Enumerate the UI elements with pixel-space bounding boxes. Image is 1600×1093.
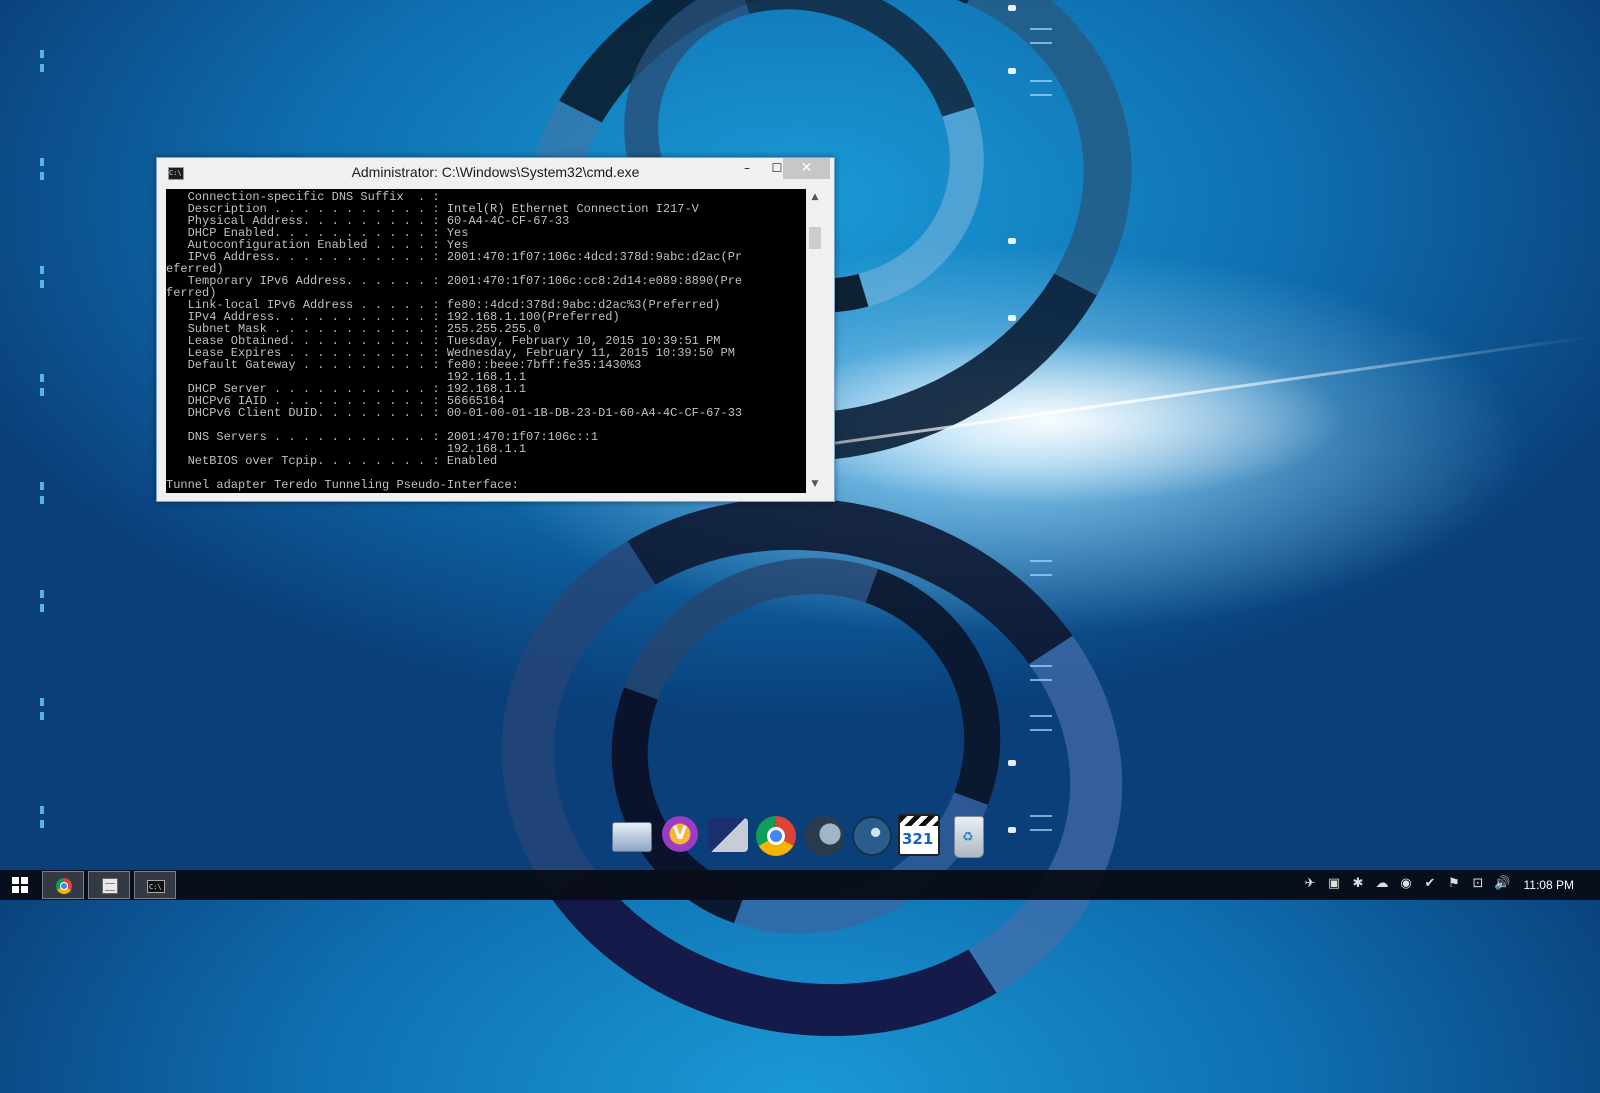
cloud-icon[interactable]: ☁ [1374,876,1390,892]
wallpaper-grid-mark [1030,665,1052,681]
taskbar-button-cmd[interactable]: C:\ [134,871,176,899]
chrome-icon [756,816,796,856]
taskbar: C:\ ✈ ▣ ✱ ☁ ◉ ✔ ⚑ ⊡ 🔊 11:08 PM [0,870,1600,900]
plane-icon[interactable]: ✈ [1302,876,1318,892]
dock-item-chrome[interactable] [752,810,796,858]
steam-icon [852,816,892,856]
folder-icon [612,822,652,852]
wallpaper-dash [40,806,44,832]
clapperboard-label: 321 [902,830,934,848]
wallpaper-dash [40,374,44,400]
v-badge-icon: V [662,816,698,852]
dock-item-moon-app[interactable] [800,810,844,858]
wallpaper-mark [1008,760,1016,766]
wallpaper-mark [1008,238,1016,244]
monitor-icon[interactable]: ▣ [1326,876,1342,892]
wallpaper-dash [40,50,44,76]
console-line: NetBIOS over Tcpip. . . . . . . . : Enab… [166,454,498,468]
wallpaper-mark [1008,68,1016,74]
taskbar-button-chrome[interactable] [42,871,84,899]
cmd-icon: C:\ [147,880,165,893]
system-tray: ✈ ▣ ✱ ☁ ◉ ✔ ⚑ ⊡ 🔊 [1302,876,1511,892]
console-text: Connection-specific DNS Suffix . : Descr… [166,189,806,491]
moon-icon [804,816,844,856]
console-line: Temporary IPv6 Address. . . . . . : 2001… [166,274,743,288]
wallpaper-grid-mark [1030,28,1052,44]
clapperboard-icon: 321 [898,814,940,856]
minimize-button[interactable]: – [733,158,761,179]
scroll-up-button[interactable]: ▲ [806,189,824,206]
document-icon [102,878,118,894]
volume-icon[interactable]: 🔊 [1494,876,1510,892]
chrome-icon [56,878,72,894]
cmd-window[interactable]: C:\ Administrator: C:\Windows\System32\c… [156,157,835,502]
taskbar-clock[interactable]: 11:08 PM [1524,878,1574,892]
wallpaper-grid-mark [1030,715,1052,731]
dock-item-tool-app[interactable] [704,810,748,858]
dock-item-v-app[interactable]: V [656,810,700,858]
dock-item-media-player[interactable]: 321 [896,810,940,858]
scroll-down-button[interactable]: ▼ [806,476,824,493]
close-button[interactable]: ✕ [783,158,830,179]
dock-item-steam[interactable] [848,810,892,858]
wallpaper-grid-mark [1030,815,1052,831]
wallpaper-mark [1008,5,1016,11]
wallpaper-dash [40,698,44,724]
recycle-symbol: ♻ [962,830,974,845]
scroll-thumb[interactable] [809,227,821,249]
taskbar-button-document[interactable] [88,871,130,899]
console-line: Tunnel adapter Teredo Tunneling Pseudo-I… [166,478,519,492]
title-bar[interactable]: C:\ Administrator: C:\Windows\System32\c… [157,158,834,189]
dock: V 321 ♻ [608,810,988,862]
tool-icon [708,818,748,852]
action-center-flag-icon[interactable]: ⚑ [1446,876,1462,892]
wallpaper-grid-mark [1030,80,1052,96]
vertical-scrollbar[interactable]: ▲ ▼ [806,189,824,493]
dock-item-recycle-bin[interactable]: ♻ [944,810,988,858]
recycle-bin-icon: ♻ [954,816,984,858]
dock-item-file-explorer[interactable] [608,810,652,858]
wallpaper-mark [1008,315,1016,321]
console-line: DHCPv6 Client DUID. . . . . . . . : 00-0… [166,406,743,420]
wallpaper-dash [40,482,44,508]
wallpaper-dash [40,590,44,616]
chrome-tray-icon[interactable]: ◉ [1398,876,1414,892]
network-activity-icon[interactable]: ✱ [1350,876,1366,892]
windows-logo-icon[interactable] [12,877,28,893]
wallpaper-dash [40,266,44,292]
wallpaper-dash [40,158,44,184]
wallpaper-mark [1008,827,1016,833]
wallpaper-grid-mark [1030,560,1052,576]
security-icon[interactable]: ✔ [1422,876,1438,892]
console-output[interactable]: Connection-specific DNS Suffix . : Descr… [166,189,806,493]
console-line: IPv6 Address. . . . . . . . . . . : 2001… [166,250,743,264]
network-icon[interactable]: ⊡ [1470,876,1486,892]
